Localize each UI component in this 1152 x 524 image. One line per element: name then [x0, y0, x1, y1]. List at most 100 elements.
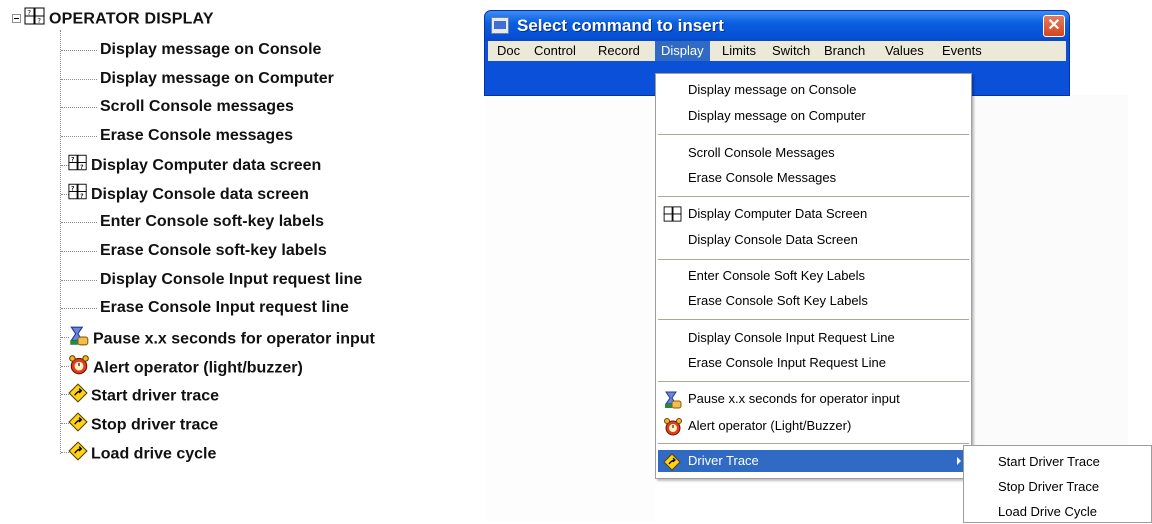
menu-separator	[658, 443, 969, 444]
svg-text:?: ?	[71, 157, 75, 164]
menu-events[interactable]: Events	[936, 41, 988, 61]
tree-item-label: Display Computer data screen	[91, 157, 322, 175]
dialog-title: Select command to insert	[517, 16, 724, 35]
tree-item-label: Display Console data screen	[91, 186, 309, 204]
tree-item-label: Display message on Console	[100, 41, 322, 58]
alarm-clock-icon	[68, 355, 90, 382]
hourglass-hand-icon	[68, 326, 90, 353]
menu-limits[interactable]: Limits	[716, 41, 762, 61]
menu-item-driver-trace[interactable]: Driver Trace	[658, 450, 969, 472]
submenu-stop-driver-trace[interactable]: Stop Driver Trace	[998, 475, 1099, 499]
menu-item-display-message-console[interactable]: Display message on Console	[658, 79, 969, 101]
tree-item[interactable]: Erase Console Input request line	[100, 297, 349, 319]
svg-text:?: ?	[80, 164, 84, 171]
tree-item-label: Pause x.x seconds for operator input	[93, 330, 375, 348]
tree-item-label: Erase Console messages	[100, 127, 293, 144]
driver-trace-icon	[68, 441, 88, 468]
menu-item-alert-operator[interactable]: Alert operator (Light/Buzzer)	[658, 415, 969, 437]
tree-item[interactable]: Alert operator (light/buzzer)	[68, 355, 303, 377]
menu-item-erase-console[interactable]: Erase Console Messages	[658, 167, 969, 189]
menu-item-erase-input-request[interactable]: Erase Console Input Request Line	[658, 352, 969, 374]
background-panel	[486, 96, 655, 522]
tree-item[interactable]: Load drive cycle	[68, 441, 216, 463]
tree-item[interactable]: Pause x.x seconds for operator input	[68, 326, 375, 348]
menu-item-display-message-computer[interactable]: Display message on Computer	[658, 105, 969, 127]
tree-connector-line	[61, 136, 97, 137]
tree-item[interactable]: ?? Display Computer data screen	[68, 154, 321, 176]
tree-connector-line	[61, 280, 97, 281]
menu-bar: Doc Control Record Display Limits Switch…	[488, 41, 1066, 61]
tree-item[interactable]: Erase Console soft-key labels	[100, 240, 327, 262]
submenu-start-driver-trace[interactable]: Start Driver Trace	[998, 450, 1100, 474]
data-screen-icon: ? ?	[24, 7, 46, 32]
app-icon	[491, 17, 509, 34]
menu-separator	[658, 381, 969, 382]
tree-root-label: OPERATOR DISPLAY	[49, 10, 214, 28]
tree-item[interactable]: ?? Display Console data screen	[68, 183, 309, 205]
tree-connector-line	[61, 50, 97, 51]
collapse-toggle[interactable]	[12, 14, 21, 23]
driver-trace-icon	[68, 412, 88, 439]
alarm-clock-icon	[663, 418, 683, 443]
tree-item-label: Stop driver trace	[91, 416, 219, 434]
tree-item[interactable]: Start driver trace	[68, 383, 219, 405]
tree-root-operator-display[interactable]: ? ? OPERATOR DISPLAY	[24, 7, 214, 29]
title-bar[interactable]: Select command to insert ✕	[485, 11, 1069, 41]
menu-item-display-computer-data-screen[interactable]: Display Computer Data Screen	[658, 203, 969, 225]
submenu-arrow-icon	[957, 457, 961, 465]
tree-item-label: Display message on Computer	[100, 70, 334, 87]
menu-item-label: Display Computer Data Screen	[688, 206, 868, 221]
tree-connector-line	[61, 308, 97, 309]
menu-separator	[658, 259, 969, 260]
tree-item-label: Erase Console Input request line	[100, 299, 349, 316]
submenu-load-drive-cycle[interactable]: Load Drive Cycle	[998, 500, 1097, 524]
tree-item[interactable]: Enter Console soft-key labels	[100, 211, 324, 233]
menu-display[interactable]: Display	[655, 41, 710, 61]
tree-item[interactable]: Display message on Computer	[100, 68, 334, 90]
tree-item-label: Start driver trace	[91, 387, 220, 405]
tree-item-label: Display Console Input request line	[100, 271, 363, 288]
tree-item-label: Scroll Console messages	[100, 98, 294, 115]
svg-text:?: ?	[37, 17, 41, 25]
menu-values[interactable]: Values	[879, 41, 930, 61]
tree-item[interactable]: Scroll Console messages	[100, 96, 294, 118]
svg-text:?: ?	[80, 193, 84, 200]
command-tree: ? ? OPERATOR DISPLAY Display message on …	[0, 0, 470, 523]
hourglass-hand-icon	[663, 391, 683, 416]
tree-item-label: Load drive cycle	[91, 445, 217, 463]
data-screen-icon	[663, 206, 683, 229]
menu-control[interactable]: Control	[528, 41, 582, 61]
menu-switch[interactable]: Switch	[766, 41, 816, 61]
tree-item-label: Alert operator (light/buzzer)	[93, 359, 303, 377]
svg-text:?: ?	[71, 186, 75, 193]
driver-trace-icon	[68, 383, 88, 410]
tree-item-label: Enter Console soft-key labels	[100, 213, 325, 230]
menu-item-erase-soft-key-labels[interactable]: Erase Console Soft Key Labels	[658, 290, 969, 312]
data-screen-icon: ??	[68, 154, 88, 178]
tree-connector-line	[61, 79, 97, 80]
menu-branch[interactable]: Branch	[818, 41, 871, 61]
tree-item[interactable]: Display Console Input request line	[100, 269, 362, 291]
menu-separator	[658, 319, 969, 320]
tree-item[interactable]: Stop driver trace	[68, 412, 218, 434]
tree-connector-line	[61, 222, 97, 223]
menu-item-enter-soft-key-labels[interactable]: Enter Console Soft Key Labels	[658, 265, 969, 287]
menu-record[interactable]: Record	[592, 41, 646, 61]
tree-item[interactable]: Display message on Console	[100, 39, 321, 61]
menu-item-pause[interactable]: Pause x.x seconds for operator input	[658, 388, 969, 410]
menu-item-scroll-console[interactable]: Scroll Console Messages	[658, 142, 969, 164]
data-screen-icon: ??	[68, 183, 88, 207]
tree-connector-line	[61, 107, 97, 108]
close-button[interactable]: ✕	[1043, 15, 1065, 37]
menu-doc[interactable]: Doc	[491, 41, 526, 61]
menu-item-label: Alert operator (Light/Buzzer)	[688, 418, 852, 433]
display-menu-dropdown: Display message on Console Display messa…	[655, 73, 972, 479]
tree-connector-line	[61, 251, 97, 252]
tree-guide-line	[60, 30, 61, 454]
menu-item-display-console-data-screen[interactable]: Display Console Data Screen	[658, 229, 969, 251]
tree-item[interactable]: Erase Console messages	[100, 125, 293, 147]
tree-item-label: Erase Console soft-key labels	[100, 242, 327, 259]
menu-item-display-input-request[interactable]: Display Console Input Request Line	[658, 327, 969, 349]
menu-separator	[658, 196, 969, 197]
driver-trace-icon	[663, 453, 681, 478]
